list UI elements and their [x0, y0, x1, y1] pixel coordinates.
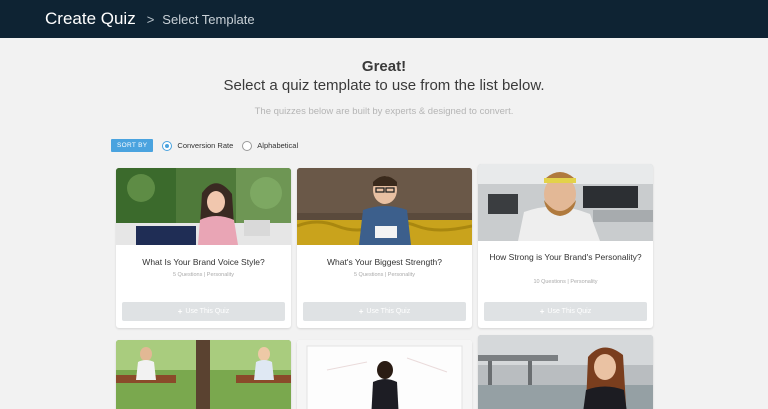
quiz-card-brand-personality: How Strong is Your Brand's Personality? … — [478, 164, 653, 328]
quiz-title: What Is Your Brand Voice Style? — [142, 257, 265, 267]
plus-icon: + — [177, 307, 183, 316]
subtext: The quizzes below are built by experts &… — [254, 106, 514, 117]
sort-by-badge: SORT BY — [111, 139, 154, 152]
top-bar: Create Quiz > Select Template — [0, 0, 768, 38]
quiz-thumbnail-man-with-glasses — [297, 168, 472, 245]
sort-option-conversion-rate[interactable]: Conversion Rate — [162, 140, 234, 151]
quiz-meta: 5 Questions | Personality — [172, 272, 235, 278]
quiz-meta: 5 Questions | Personality — [353, 272, 416, 278]
radio-selected-icon[interactable] — [162, 140, 173, 151]
sort-option-label: Conversion Rate — [177, 141, 234, 150]
quiz-card-park-bench — [116, 340, 291, 409]
instruction-text: Select a quiz template to use from the l… — [223, 77, 545, 94]
plus-icon: + — [358, 307, 364, 316]
sort-bar: SORT BY Conversion Rate Alphabetical — [111, 139, 298, 152]
quiz-card-whiteboard — [297, 340, 472, 409]
button-label: Use This Quiz — [547, 308, 592, 315]
quiz-thumbnail-smiling-man — [478, 164, 653, 241]
quiz-thumbnail-man-at-whiteboard — [297, 340, 472, 409]
use-this-quiz-button[interactable]: + Use This Quiz — [484, 302, 647, 321]
button-label: Use This Quiz — [185, 308, 230, 315]
sort-option-label: Alphabetical — [257, 141, 299, 150]
button-label: Use This Quiz — [366, 308, 411, 315]
quiz-card-biggest-strength: What's Your Biggest Strength? 5 Question… — [297, 168, 472, 328]
quiz-thumbnail-woman-by-bridge — [478, 335, 653, 409]
radio-unselected-icon[interactable] — [242, 140, 253, 151]
use-this-quiz-button[interactable]: + Use This Quiz — [303, 302, 466, 321]
sort-option-alphabetical[interactable]: Alphabetical — [242, 140, 299, 151]
quiz-title: How Strong is Your Brand's Personality? — [489, 252, 642, 262]
quiz-thumbnail-woman-at-desk — [116, 168, 291, 245]
breadcrumb-current: Select Template — [162, 11, 255, 27]
quiz-meta: 10 Questions | Personality — [533, 279, 598, 285]
quiz-thumbnail-people-on-bench — [116, 340, 291, 409]
plus-icon: + — [539, 307, 545, 316]
quiz-card-brand-voice: What Is Your Brand Voice Style? 5 Questi… — [116, 168, 291, 328]
quiz-title: What's Your Biggest Strength? — [326, 257, 443, 267]
breadcrumb-separator: > — [146, 11, 155, 27]
page-title: Create Quiz — [45, 9, 136, 28]
quiz-card-city-woman — [478, 335, 653, 409]
use-this-quiz-button[interactable]: + Use This Quiz — [122, 302, 285, 321]
headline: Great! — [361, 58, 407, 75]
